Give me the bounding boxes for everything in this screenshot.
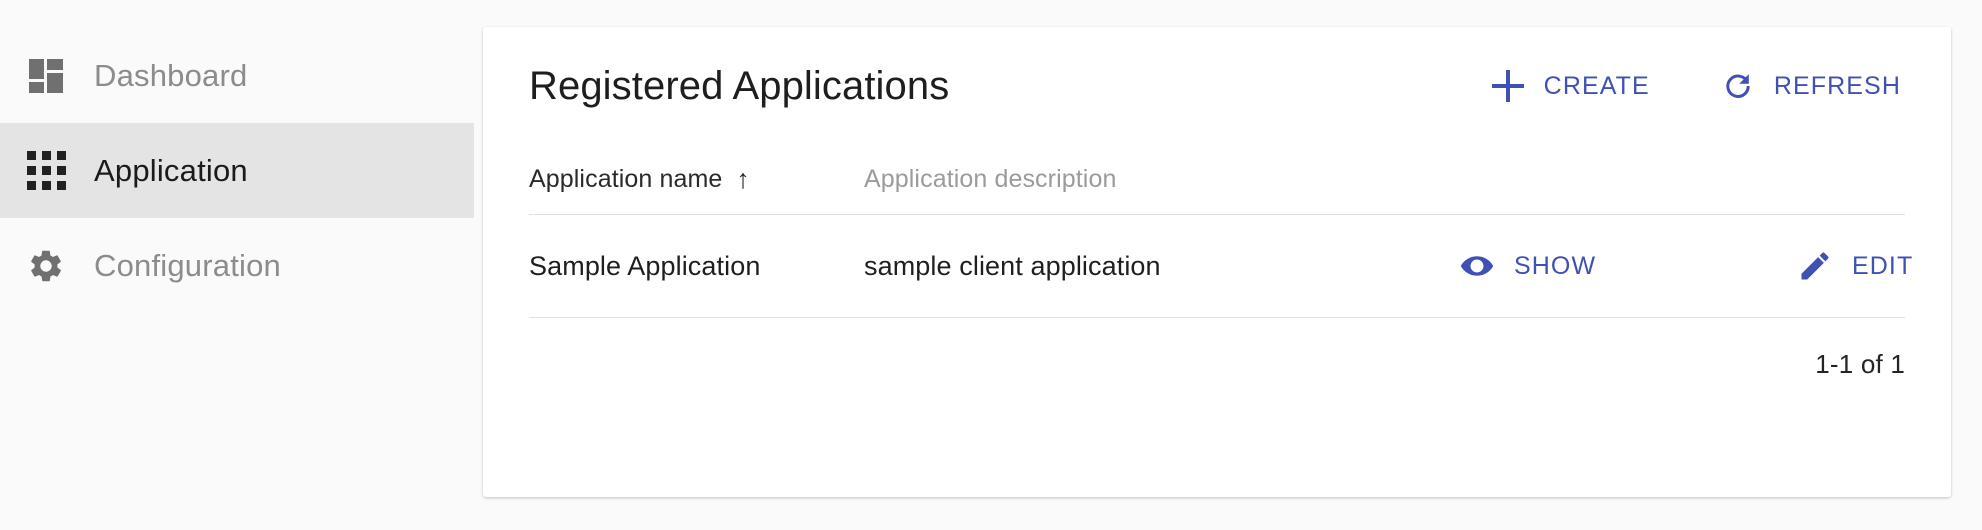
refresh-button-label: REFRESH — [1773, 71, 1901, 100]
application-name-value: Sample Application — [529, 250, 761, 281]
applications-table: Application name ↑ Application descripti… — [483, 145, 1951, 318]
cell-application-name: Sample Application — [529, 251, 864, 282]
column-header-application-name[interactable]: Application name ↑ — [529, 165, 864, 194]
card-header: Registered Applications CREATE REFRESH — [483, 27, 1951, 145]
sidebar-item-label: Dashboard — [94, 57, 248, 93]
sidebar-item-dashboard[interactable]: Dashboard — [0, 28, 474, 123]
eye-icon — [1458, 247, 1496, 285]
column-header-label: Application name — [529, 165, 723, 193]
header-actions: CREATE REFRESH — [1486, 62, 1905, 110]
sidebar-item-application[interactable]: Application — [0, 123, 474, 218]
pencil-icon — [1796, 247, 1834, 285]
plus-icon — [1490, 68, 1526, 104]
edit-button[interactable]: EDIT — [1792, 241, 1917, 291]
sort-ascending-icon: ↑ — [736, 164, 750, 194]
paginator: 1-1 of 1 — [483, 318, 1951, 410]
app-shell: Dashboard Application Configuration Regi… — [0, 0, 1982, 530]
table-header-row: Application name ↑ Application descripti… — [529, 145, 1905, 215]
create-button[interactable]: CREATE — [1486, 62, 1654, 110]
create-button-label: CREATE — [1543, 71, 1650, 100]
column-header-application-description[interactable]: Application description — [864, 165, 1454, 194]
cell-show-action: SHOW — [1454, 241, 1754, 291]
dashboard-icon — [24, 54, 68, 98]
sidebar-item-label: Configuration — [94, 247, 281, 283]
column-header-label: Application description — [864, 165, 1117, 193]
paginator-range-label: 1-1 of 1 — [1815, 348, 1905, 379]
application-description-value: sample client application — [864, 250, 1161, 281]
page-title: Registered Applications — [529, 63, 950, 108]
sidebar-item-label: Application — [94, 152, 248, 188]
sidebar-item-configuration[interactable]: Configuration — [0, 218, 474, 313]
gear-icon — [24, 244, 68, 288]
apps-grid-icon — [24, 149, 68, 193]
refresh-button[interactable]: REFRESH — [1716, 62, 1905, 110]
show-button[interactable]: SHOW — [1454, 241, 1600, 291]
registered-applications-card: Registered Applications CREATE REFRESH A… — [483, 27, 1951, 497]
edit-button-label: EDIT — [1852, 251, 1914, 280]
cell-application-description: sample client application — [864, 251, 1454, 282]
table-row[interactable]: Sample Application sample client applica… — [529, 215, 1912, 318]
refresh-icon — [1720, 68, 1756, 104]
sidebar: Dashboard Application Configuration — [0, 0, 474, 530]
cell-edit-action: EDIT — [1754, 241, 1917, 291]
show-button-label: SHOW — [1514, 251, 1597, 280]
